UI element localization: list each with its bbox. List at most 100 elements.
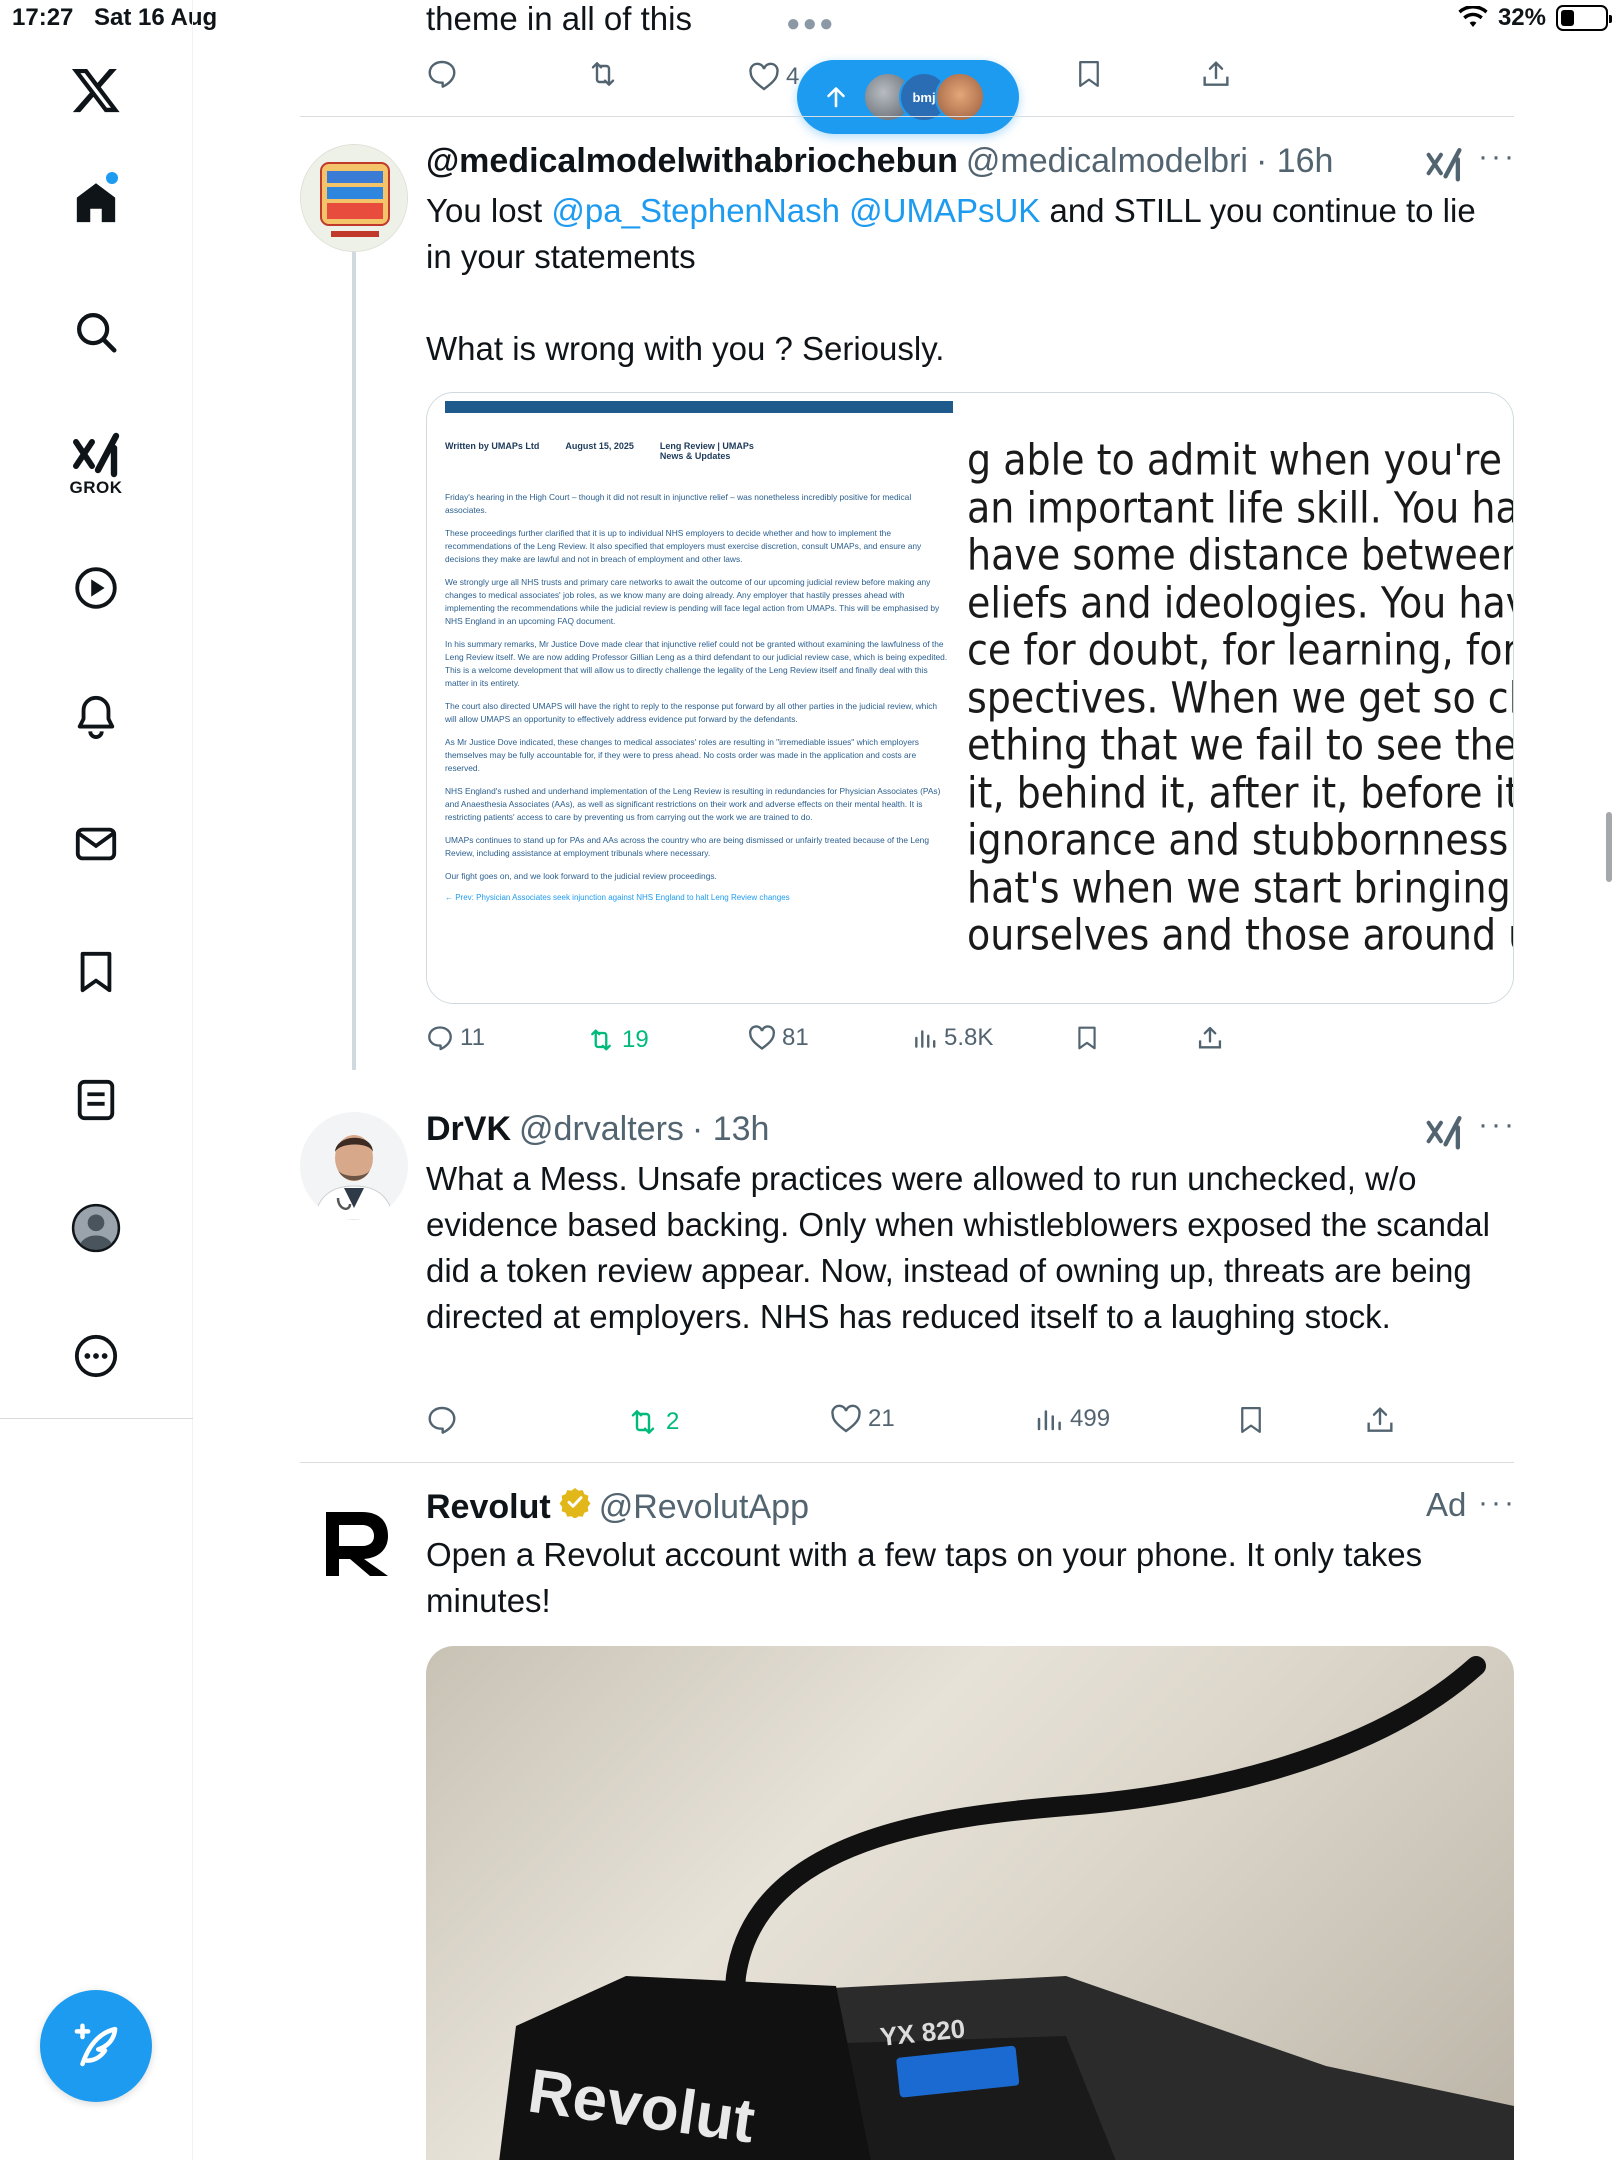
bookmark-button[interactable] [1074, 1024, 1100, 1052]
bookmark-button[interactable] [1236, 1404, 1266, 1436]
battery-percent: 32% [1497, 4, 1546, 31]
user-handle[interactable]: @medicalmodelbri [966, 142, 1248, 181]
avatar-medicalmodel[interactable] [300, 144, 408, 252]
views-count: 499 [1070, 1405, 1111, 1432]
post-header: Revolut @RevolutApp [426, 1486, 809, 1527]
divider [300, 116, 1514, 117]
ad-media[interactable]: Revolut YX 820 [426, 1646, 1514, 2160]
display-name[interactable]: Revolut [426, 1488, 551, 1527]
reply-button[interactable]: 11 [426, 1024, 485, 1052]
doc-category: Leng Review | UMAPs News & Updates [659, 441, 754, 461]
bookmark-icon [1078, 1026, 1096, 1050]
status-indicators: 32% [1458, 4, 1612, 32]
search-icon[interactable] [66, 302, 126, 362]
doc-paragraph: In his summary remarks, Mr Justice Dove … [445, 639, 948, 688]
previous-post-text: theme in all of this [426, 0, 692, 37]
views-icon [1037, 1410, 1061, 1431]
grok-explain-icon[interactable] [1424, 1112, 1464, 1152]
post-time[interactable]: · 16h [1256, 142, 1334, 181]
mention-link[interactable]: @pa_StephenNash [551, 192, 840, 229]
share-button[interactable] [1200, 58, 1232, 90]
like-button[interactable]: 81 [748, 1024, 809, 1052]
doc-paragraph: UMAPs continues to stand up for PAs and … [445, 835, 930, 858]
reply-icon [428, 60, 456, 88]
new-posts-pill[interactable]: bmj [797, 60, 1019, 134]
repost-icon [591, 62, 615, 86]
share-icon [1198, 1026, 1222, 1049]
post-header: DrVK @drvalters · 13h [426, 1110, 769, 1149]
pill-avatar-3 [935, 72, 985, 122]
reply-icon [428, 1406, 456, 1434]
display-name[interactable]: @medicalmodelwithabriochebun [426, 142, 958, 181]
doc-meta: Written by UMAPs Ltd August 15, 2025 Len… [445, 441, 949, 461]
sidebar-separator [0, 1418, 193, 1419]
avatar-drvk[interactable] [300, 1112, 408, 1220]
like-button[interactable]: 4 [748, 62, 799, 92]
compose-button[interactable] [40, 1990, 152, 2102]
user-handle[interactable]: @drvalters [519, 1110, 684, 1149]
repost-button[interactable] [586, 58, 620, 90]
repost-button[interactable]: 19 [586, 1026, 649, 1054]
more-options-icon[interactable]: ··· [1478, 1108, 1517, 1142]
views-button[interactable]: 5.8K [912, 1024, 993, 1052]
bookmarks-icon[interactable] [66, 942, 126, 1002]
home-icon[interactable] [66, 173, 126, 233]
profile-icon[interactable] [66, 1198, 126, 1258]
notifications-icon[interactable] [66, 686, 126, 746]
post-time[interactable]: · 13h [692, 1110, 770, 1149]
revolut-logo-icon[interactable] [322, 1506, 392, 1582]
repost-count: 2 [666, 1408, 680, 1435]
reply-count: 11 [460, 1024, 485, 1051]
battery-icon [1556, 5, 1612, 31]
views-icon [915, 1030, 936, 1048]
scrollbar[interactable] [1606, 812, 1612, 882]
reply-icon [428, 1026, 452, 1051]
share-button[interactable] [1196, 1024, 1224, 1052]
divider [300, 1462, 1514, 1463]
messages-icon[interactable] [66, 814, 126, 874]
share-icon [1203, 61, 1229, 86]
doc-paragraph: These proceedings further clarified that… [445, 528, 922, 564]
arrow-up-icon [827, 87, 845, 108]
doc-paragraph: Friday's hearing in the High Court – tho… [445, 492, 912, 515]
heart-icon [749, 62, 779, 91]
post-text-line2: What is wrong with you ? Seriously. [426, 330, 945, 367]
post-header: @medicalmodelwithabriochebun @medicalmod… [426, 142, 1333, 181]
x-logo-icon[interactable] [66, 60, 126, 120]
more-options-icon[interactable]: ··· [1478, 1486, 1517, 1520]
quote-line: ething that we fail to see the th [967, 720, 1513, 770]
reply-button[interactable] [426, 58, 458, 90]
bookmark-button[interactable] [1074, 58, 1104, 90]
window-grabber-dots[interactable]: ●●● [786, 10, 836, 38]
like-button[interactable]: 21 [830, 1404, 895, 1434]
bookmark-icon [1079, 61, 1099, 87]
quote-line: an important life skill. You hav [967, 482, 1513, 533]
doc-paragraph: The court also directed UMAPS will have … [445, 701, 938, 724]
lists-icon[interactable] [66, 1070, 126, 1130]
user-handle[interactable]: @RevolutApp [599, 1488, 809, 1527]
reply-button[interactable] [426, 1404, 458, 1436]
compose-icon [74, 2023, 118, 2067]
mention-link[interactable]: @UMAPsUK [849, 192, 1040, 229]
grok-icon[interactable] [66, 424, 126, 484]
more-options-icon[interactable]: ··· [1478, 140, 1517, 174]
media-document-screenshot: Written by UMAPs Ltd August 15, 2025 Len… [427, 393, 967, 1003]
sidebar: GROK [0, 0, 193, 2160]
quote-line: have some distance between yo [967, 530, 1513, 580]
repost-button[interactable]: 2 [626, 1406, 679, 1438]
views-button[interactable]: 499 [1034, 1404, 1110, 1434]
repost-icon [631, 1410, 655, 1434]
more-icon[interactable] [66, 1326, 126, 1386]
media-quote-image: g able to admit when you're wro an impor… [967, 393, 1513, 1003]
like-count: 81 [782, 1024, 809, 1051]
quote-line: spectives. When we get so close [967, 672, 1513, 723]
video-icon[interactable] [66, 558, 126, 618]
display-name[interactable]: DrVK [426, 1110, 511, 1149]
repost-icon [591, 1029, 611, 1051]
post-media[interactable]: Written by UMAPs Ltd August 15, 2025 Len… [426, 392, 1514, 1004]
quote-line: ce for doubt, for learning, for n [967, 625, 1513, 675]
grok-explain-icon[interactable] [1424, 144, 1464, 184]
doc-paragraph: Our fight goes on, and we look forward t… [445, 871, 717, 881]
thread-line [352, 252, 356, 1070]
share-button[interactable] [1364, 1404, 1396, 1436]
